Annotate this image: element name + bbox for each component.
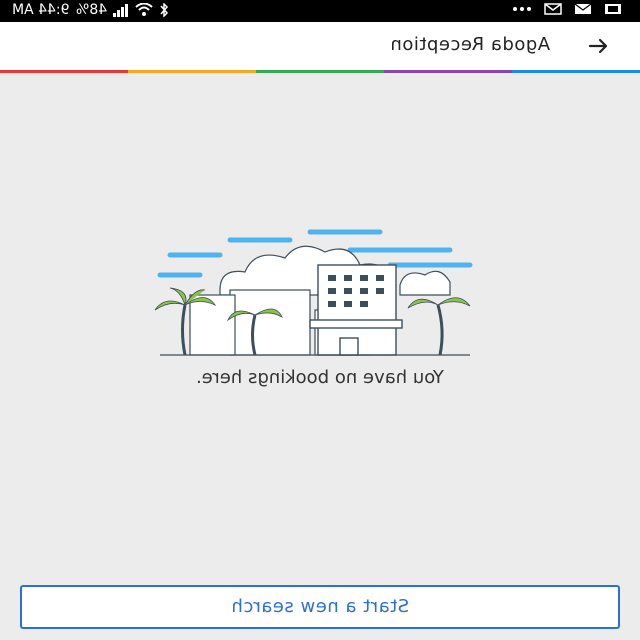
mail-icon [574,3,592,14]
palm-tree-icon [407,297,471,356]
arrow-left-icon[interactable] [586,34,610,58]
accent-stripe [0,70,640,73]
app-bar: Agoda Reception [0,22,640,70]
more-icon [513,7,531,11]
battery-icon [605,4,621,14]
page-title: Agoda Reception [389,34,550,55]
empty-state-text: You have no bookings here. [196,367,444,388]
status-right [512,2,622,16]
status-bar: 9:44 AM 48% [0,0,640,22]
stripe-purple [384,70,512,73]
battery-percent: 48% [75,2,107,18]
status-time: 9:44 AM [12,2,70,18]
start-new-search-label: Start a new search [230,596,410,617]
stripe-red [0,70,128,73]
hotel-illustration [154,229,473,356]
status-left: 9:44 AM 48% [12,2,169,18]
bluetooth-icon [160,3,168,17]
stripe-green [256,70,384,73]
wifi-icon [135,3,153,16]
notification-icon [544,3,562,15]
stripe-orange [128,70,256,73]
stripe-blue [512,70,640,73]
empty-state-message: You have no bookings here. [0,367,640,388]
start-new-search-button[interactable]: Start a new search [20,585,620,629]
signal-icon [112,4,128,17]
hotel-building-icon [309,264,403,356]
